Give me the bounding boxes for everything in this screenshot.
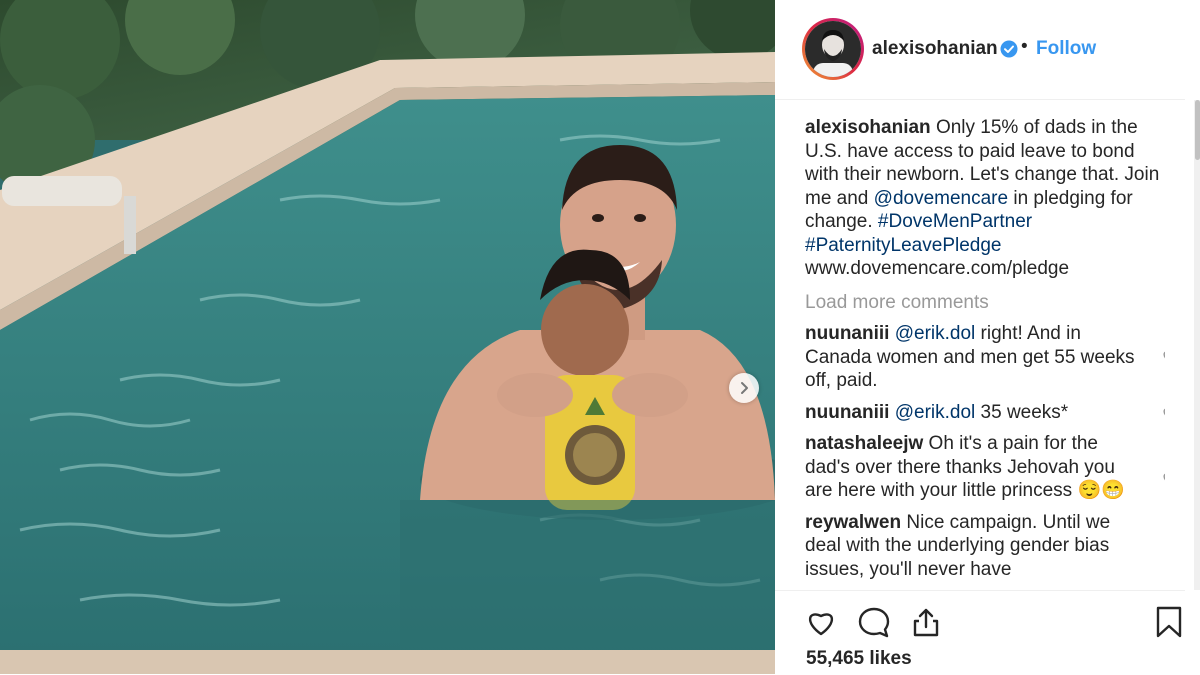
caption-hashtag-1[interactable]: #DoveMenPartner xyxy=(878,211,1032,232)
comment-like-heart-icon[interactable] xyxy=(1162,405,1165,421)
comment-mention[interactable]: @erik.dol xyxy=(895,402,976,423)
comment-like-heart-icon[interactable] xyxy=(1162,470,1165,486)
likes-count[interactable]: 55,465 likes xyxy=(806,648,912,670)
comment-bubble-icon[interactable] xyxy=(857,605,891,639)
post-header: alexisohanian • Follow xyxy=(775,0,1185,100)
comments-scrollbar-thumb[interactable] xyxy=(1195,100,1200,160)
comment-username[interactable]: reywalwen xyxy=(805,512,901,533)
comment-text: 35 weeks* xyxy=(975,401,1069,423)
header-username[interactable]: alexisohanian xyxy=(872,38,998,60)
follow-button[interactable]: Follow xyxy=(1036,38,1096,60)
separator-dot: • xyxy=(1021,36,1028,57)
pool-photo-illustration xyxy=(0,0,775,674)
heart-icon[interactable] xyxy=(804,605,838,639)
chevron-right-icon xyxy=(741,382,748,394)
caption-url: www.dovemencare.com/pledge xyxy=(805,258,1070,279)
carousel-next-button[interactable] xyxy=(729,373,759,403)
comment-item: nuunaniii @erik.dol 35 weeks* xyxy=(805,401,1165,425)
post-caption: alexisohanian Only 15% of dads in the U.… xyxy=(805,116,1165,281)
caption-hashtag-2[interactable]: #PaternityLeavePledge xyxy=(805,235,1001,256)
post-photo[interactable] xyxy=(0,0,775,674)
instagram-post: alexisohanian • Follow alexisohanian Onl… xyxy=(0,0,1200,674)
comment-item: natashaleejw Oh it's a pain for the dad'… xyxy=(805,432,1165,503)
caption-mention[interactable]: @dovemencare xyxy=(874,188,1008,209)
avatar-image xyxy=(805,21,861,77)
comments-scrollbar-track[interactable] xyxy=(1194,100,1200,590)
post-side-panel: alexisohanian • Follow alexisohanian Onl… xyxy=(775,0,1200,674)
comment-item: reywalwen Nice campaign. Until we deal w… xyxy=(805,511,1165,582)
avatar-ring[interactable] xyxy=(802,18,864,80)
bookmark-icon[interactable] xyxy=(1152,605,1186,639)
comment-username[interactable]: natashaleejw xyxy=(805,433,923,454)
comment-mention[interactable]: @erik.dol xyxy=(895,323,976,344)
comment-item: nuunaniii @erik.dol right! And in Canada… xyxy=(805,322,1165,393)
comments-section[interactable]: alexisohanian Only 15% of dads in the U.… xyxy=(805,116,1165,590)
avatar[interactable] xyxy=(805,21,861,77)
comment-like-heart-icon[interactable] xyxy=(1162,348,1165,364)
action-bar: 55,465 likes xyxy=(775,590,1185,675)
share-icon[interactable] xyxy=(909,605,943,639)
comment-username[interactable]: nuunaniii xyxy=(805,402,889,423)
caption-username[interactable]: alexisohanian xyxy=(805,117,931,138)
load-more-comments-button[interactable]: Load more comments xyxy=(805,291,1165,315)
verified-badge-icon xyxy=(1000,40,1018,58)
comment-username[interactable]: nuunaniii xyxy=(805,323,889,344)
